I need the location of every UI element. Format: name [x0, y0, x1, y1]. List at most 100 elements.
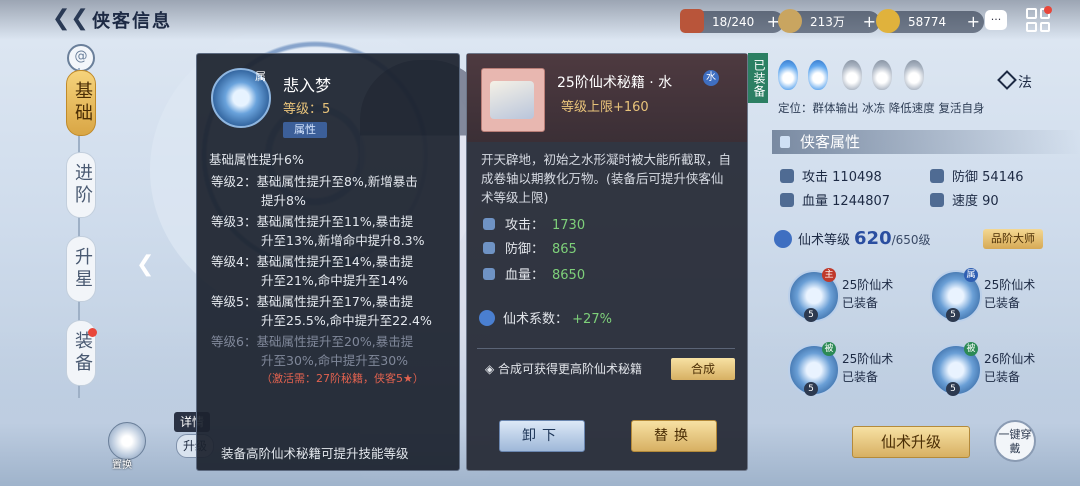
section-title: 侠客属性 — [772, 130, 1080, 154]
book-description: 开天辟地，初始之水形凝时被大能所截取，自成卷轴以期教化万物。(装备后可提升侠客仙… — [481, 152, 732, 205]
book-name: 25阶仙术秘籍 · 水 — [557, 75, 673, 91]
heart-icon — [780, 193, 794, 207]
spell-slot[interactable]: 属 5 25阶仙术 已装备 — [930, 268, 1060, 322]
spirit-flame-icon — [778, 60, 798, 90]
slot-title: 25阶仙术 — [842, 352, 894, 366]
attr-speed: 速度 90 — [930, 190, 999, 209]
skill-line: 等级5：基础属性提升至17%,暴击提 — [211, 294, 414, 309]
slot-level: 5 — [804, 382, 818, 396]
chevron-left-icon[interactable]: ❮ — [136, 252, 154, 277]
tab-basic[interactable]: 基础 — [66, 70, 96, 136]
gold-resource[interactable]: 58774 + — [876, 9, 984, 33]
book-stat-defense: 防御： 865 — [483, 238, 577, 257]
spell-upgrade-button[interactable]: 仙术升级 — [852, 426, 970, 458]
replace-button[interactable]: 替换 — [631, 420, 717, 452]
replace-label: 置换 — [112, 460, 132, 471]
plus-icon[interactable]: + — [967, 11, 980, 33]
slot-badge: 主 — [822, 268, 836, 282]
slot-title: 26阶仙术 — [984, 352, 1036, 366]
skill-tag: 属性 — [283, 122, 327, 138]
diamond-icon — [997, 70, 1017, 90]
slot-status: 已装备 — [984, 370, 1021, 384]
back-arrow-icon[interactable]: ❮❮ — [52, 6, 89, 31]
scroll-icon — [490, 81, 534, 119]
equipped-tag: 已装备 — [748, 53, 768, 103]
spirit-flame-empty-icon — [872, 60, 892, 90]
slot-title: 25阶仙术 — [984, 278, 1036, 292]
skill-line: 等级4：基础属性提升至14%,暴击提 — [211, 254, 414, 269]
slot-level: 5 — [946, 382, 960, 396]
slot-badge: 被 — [964, 342, 978, 356]
skill-line: 等级3：基础属性提升至11%,暴击提 — [211, 214, 414, 229]
synthesis-hint: ◈ 合成可获得更高阶仙术秘籍 — [485, 362, 643, 376]
skill-type-badge: 属 — [255, 70, 266, 83]
skill-line: 升至21%,命中提升至14% — [261, 273, 409, 288]
skill-line: 等级2：基础属性提升至8%,新增暴击 — [211, 174, 418, 189]
synthesize-button[interactable]: 合成 — [671, 358, 735, 380]
skill-line-locked: 等级6：基础属性提升至20%,暴击提 — [211, 334, 414, 349]
flame-icon — [479, 310, 495, 326]
book-stat-hp: 血量： 8650 — [483, 264, 585, 283]
skill-tooltip: 属 悲入梦 等级：5 属性 基础属性提升6% 等级2：基础属性提升至8%,新增暴… — [196, 53, 460, 471]
sword-icon — [780, 169, 794, 183]
shield-icon — [930, 169, 944, 183]
skill-line: 提升8% — [261, 193, 306, 208]
slot-status: 已装备 — [842, 296, 879, 310]
copper-coin-icon — [778, 9, 802, 33]
tab-star-up[interactable]: 升星 — [66, 236, 96, 302]
attr-defense: 防御 54146 — [930, 166, 1024, 185]
slot-level: 5 — [804, 308, 818, 322]
divider — [477, 348, 735, 349]
gold-ingot-icon — [876, 9, 900, 33]
unequip-button[interactable]: 卸下 — [499, 420, 585, 452]
tab-advance[interactable]: 进阶 — [66, 152, 96, 218]
plus-icon[interactable]: + — [863, 11, 876, 33]
spell-slot[interactable]: 被 5 26阶仙术 已装备 — [930, 342, 1060, 396]
heart-icon — [483, 268, 495, 280]
tab-notification-dot — [88, 328, 97, 337]
water-element-icon: 水 — [703, 70, 719, 86]
replace-icon[interactable] — [108, 422, 146, 460]
unlock-requirement: （激活需：27阶秘籍，侠客5★） — [261, 372, 424, 385]
spell-slot[interactable]: 主 5 25阶仙术 已装备 — [788, 268, 918, 322]
skill-line-locked: 升至30%,命中提升至30% — [261, 353, 409, 368]
attr-attack: 攻击 110498 — [780, 166, 882, 185]
page-title: 侠客信息 — [92, 11, 172, 32]
slot-status: 已装备 — [842, 370, 879, 384]
spirit-flame-icon — [808, 60, 828, 90]
sword-icon — [483, 218, 495, 230]
spell-coefficient: 仙术系数： +27% — [479, 308, 612, 327]
book-icon — [481, 68, 545, 132]
slot-title: 25阶仙术 — [842, 278, 894, 292]
skill-name: 悲入梦 — [283, 76, 332, 95]
slot-status: 已装备 — [984, 296, 1021, 310]
spirit-flame-empty-icon — [842, 60, 862, 90]
slot-level: 5 — [946, 308, 960, 322]
skill-line: 升至13%,新增命中提升8.3% — [261, 233, 425, 248]
spell-slot[interactable]: 被 5 25阶仙术 已装备 — [788, 342, 918, 396]
skill-line: 升至25.5%,命中提升至22.4% — [261, 313, 432, 328]
book-tooltip: 25阶仙术秘籍 · 水 水 等级上限+160 开天辟地，初始之水形凝时被大能所截… — [466, 53, 748, 471]
spirit-flame-empty-icon — [904, 60, 924, 90]
flame-icon — [774, 230, 792, 248]
class-label: 法 — [1018, 75, 1032, 91]
attr-hp: 血量 1244807 — [780, 190, 890, 209]
skill-line: 基础属性提升6% — [209, 152, 304, 167]
copper-resource[interactable]: 213万 + — [778, 9, 880, 33]
info-icon — [780, 136, 790, 148]
role-description: 定位：群体输出 冰冻 降低速度 复活自身 — [778, 101, 985, 115]
notification-dot — [1044, 6, 1052, 14]
speed-icon — [930, 193, 944, 207]
skill-level: 等级：5 — [283, 102, 331, 117]
one-key-equip-button[interactable]: 一键穿戴 — [994, 420, 1036, 462]
chest-resource[interactable]: 18/240 + — [680, 9, 784, 33]
rank-badge: 品阶大师 — [983, 229, 1043, 249]
chat-icon[interactable]: ··· — [985, 10, 1007, 30]
shield-icon — [483, 242, 495, 254]
chest-icon — [680, 9, 704, 33]
spell-level-row: 仙术等级 620/650级 — [774, 228, 931, 249]
slot-badge: 被 — [822, 342, 836, 356]
skill-footer: 装备高阶仙术秘籍可提升技能等级 — [221, 446, 409, 461]
book-stat-attack: 攻击： 1730 — [483, 214, 585, 233]
book-level-cap: 等级上限+160 — [561, 100, 649, 115]
